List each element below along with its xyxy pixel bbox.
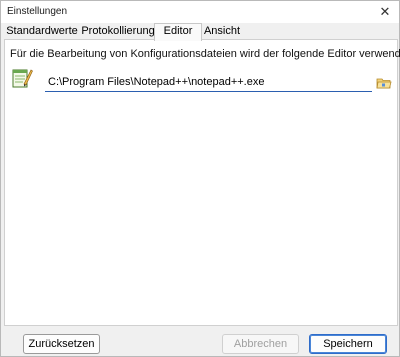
editor-description: Für die Bearbeitung von Konfigurationsda… — [10, 48, 400, 60]
close-icon: ✕ — [379, 4, 391, 19]
reset-button[interactable]: Zurücksetzen — [23, 334, 100, 354]
cancel-button[interactable]: Abbrechen — [222, 334, 299, 354]
folder-browse-icon[interactable] — [376, 75, 392, 91]
close-button[interactable]: ✕ — [371, 1, 399, 23]
tab-ansicht[interactable]: Ansicht — [200, 24, 244, 39]
editor-tab-panel: Für die Bearbeitung von Konfigurationsda… — [4, 39, 400, 326]
tab-editor[interactable]: Editor — [154, 23, 202, 41]
settings-dialog: Einstellungen ✕ Standardwerte Protokolli… — [0, 0, 400, 357]
title-bar: Einstellungen ✕ — [1, 1, 399, 23]
tab-strip: Standardwerte Protokollierung Editor Ans… — [4, 23, 398, 41]
window-title: Einstellungen — [7, 6, 68, 17]
editor-path-input[interactable]: C:\Program Files\Notepad++\notepad++.exe — [45, 73, 372, 92]
save-button[interactable]: Speichern — [309, 334, 387, 354]
tab-protokollierung[interactable]: Protokollierung — [79, 24, 157, 39]
notepad-icon — [12, 69, 33, 88]
editor-path-value: C:\Program Files\Notepad++\notepad++.exe — [48, 76, 265, 88]
tab-standardwerte[interactable]: Standardwerte — [4, 24, 80, 39]
